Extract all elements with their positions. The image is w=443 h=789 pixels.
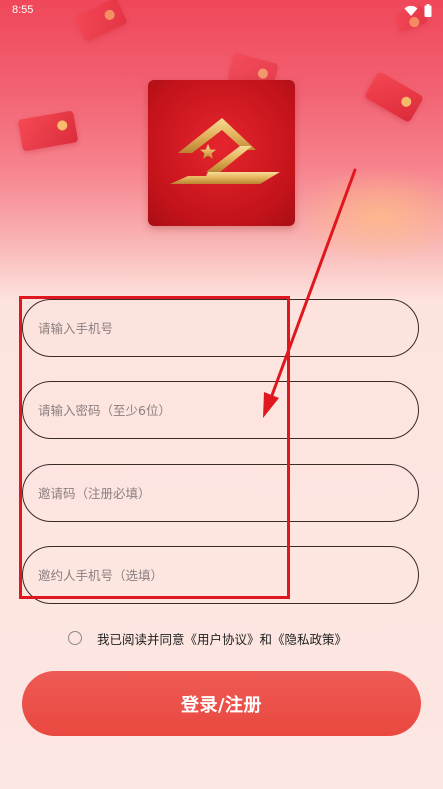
invite-code-input[interactable] bbox=[36, 484, 400, 502]
inviter-phone-input[interactable] bbox=[36, 566, 400, 584]
phone-input[interactable] bbox=[36, 319, 400, 337]
status-time: 8:55 bbox=[12, 4, 34, 16]
app-logo bbox=[148, 80, 295, 226]
login-register-button[interactable]: 登录/注册 bbox=[22, 671, 421, 736]
agreement-text[interactable]: 我已阅读并同意《用户协议》和《隐私政策》 bbox=[97, 629, 347, 648]
app-logo-icon bbox=[170, 118, 280, 184]
agreement-row: 我已阅读并同意《用户协议》和《隐私政策》 bbox=[68, 628, 347, 648]
invite-code-input-field[interactable] bbox=[22, 464, 419, 522]
password-input[interactable] bbox=[36, 401, 400, 419]
agreement-checkbox[interactable] bbox=[68, 631, 82, 645]
password-input-field[interactable] bbox=[22, 381, 419, 439]
phone-input-field[interactable] bbox=[22, 299, 419, 357]
status-bar: 8:55 bbox=[0, 0, 443, 24]
wifi-icon bbox=[404, 5, 418, 16]
battery-icon bbox=[424, 4, 432, 17]
inviter-phone-input-field[interactable] bbox=[22, 546, 419, 604]
